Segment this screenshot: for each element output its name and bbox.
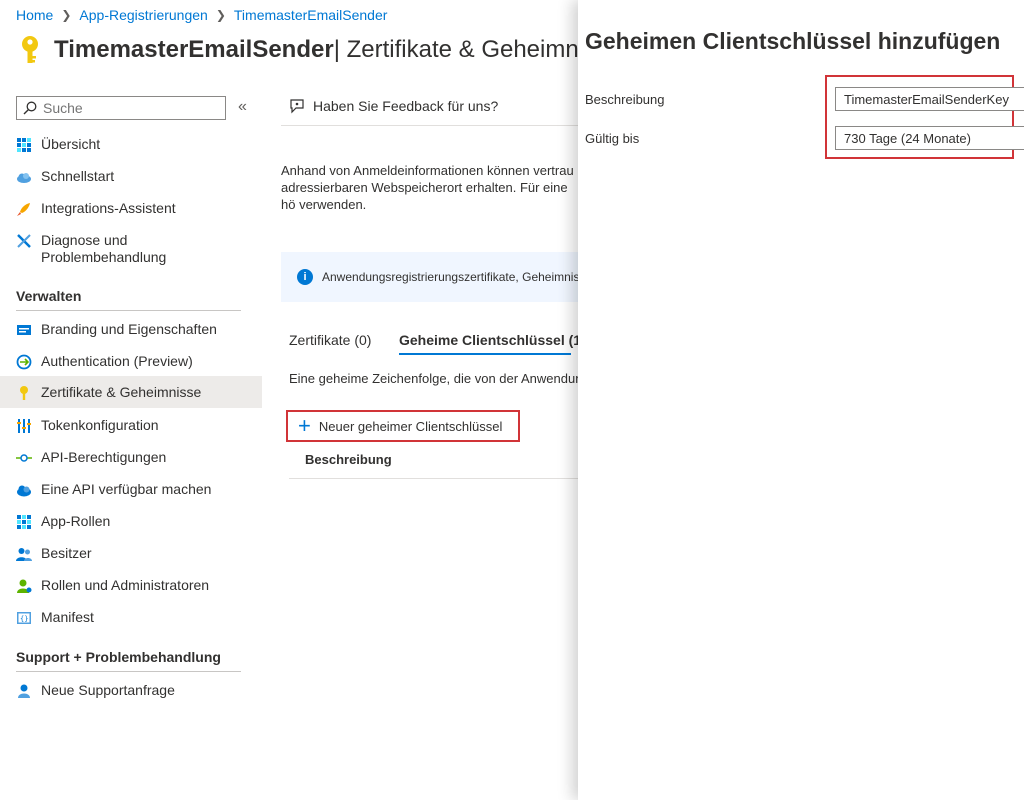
- sidebar-item-label: Besitzer: [41, 545, 92, 561]
- active-tab-indicator: [399, 353, 571, 355]
- sidebar-item-label: Branding und Eigenschaften: [41, 321, 217, 337]
- new-client-secret-button[interactable]: + Neuer geheimer Clientschlüssel: [286, 410, 520, 442]
- expires-label: Gültig bis: [585, 131, 640, 146]
- sidebar-item-label: Schnellstart: [41, 168, 115, 184]
- description-label: Beschreibung: [585, 92, 665, 107]
- sidebar-item-authentication[interactable]: Authentication (Preview): [0, 353, 262, 377]
- description-field[interactable]: TimemasterEmailSenderKey: [835, 87, 1024, 111]
- divider: [281, 125, 581, 126]
- cloud-quickstart-icon: [17, 173, 31, 183]
- chevron-right-icon: ❯: [215, 8, 226, 22]
- sidebar-item-overview[interactable]: Übersicht: [0, 136, 262, 160]
- new-client-secret-label: Neuer geheimer Clientschlüssel: [318, 418, 503, 434]
- cloud-api-icon: [17, 485, 31, 497]
- feedback-label: Haben Sie Feedback für uns?: [313, 98, 499, 114]
- owners-icon: [16, 548, 32, 561]
- secrets-description: Eine geheime Zeichenfolge, die von der A…: [289, 371, 578, 386]
- search-input[interactable]: [43, 100, 213, 116]
- panel-title: Geheimen Clientschlüssel hinzufügen: [585, 28, 1001, 54]
- sidebar-item-label: Übersicht: [41, 136, 101, 152]
- sidebar-item-expose-api[interactable]: Eine API verfügbar machen: [0, 481, 262, 505]
- rocket-icon: [17, 203, 30, 216]
- column-header-description: Beschreibung: [305, 452, 392, 467]
- expires-select[interactable]: 730 Tage (24 Monate): [835, 126, 1024, 150]
- page-description: Anhand von Anmeldeinformationen können v…: [281, 163, 574, 212]
- wrench-icon: [17, 234, 31, 248]
- info-icon: i: [297, 269, 313, 285]
- sidebar-item-label: Authentication (Preview): [41, 353, 193, 369]
- sidebar-item-label: Tokenkonfiguration: [41, 417, 159, 433]
- sidebar-item-app-roles[interactable]: App-Rollen: [0, 513, 262, 537]
- sidebar-section-support: Support + Problembehandlung: [16, 649, 241, 672]
- sidebar-item-diagnose[interactable]: Diagnose und Problembehandlung: [0, 232, 262, 272]
- sidebar-search[interactable]: [16, 96, 226, 120]
- breadcrumb-app-link[interactable]: TimemasterEmailSender: [234, 7, 388, 23]
- sidebar-item-label: API-Berechtigungen: [41, 449, 167, 465]
- search-icon: [23, 101, 37, 115]
- sidebar-item-label: Rollen und Administratoren: [41, 577, 210, 593]
- manifest-icon: {}: [17, 612, 31, 624]
- page-title: TimemasterEmailSender | Zertifikate & Ge…: [16, 34, 621, 66]
- page-title-app-name: TimemasterEmailSender: [54, 36, 334, 63]
- sidebar-item-label: App-Rollen: [41, 513, 111, 529]
- chevron-right-icon: ❯: [61, 8, 72, 22]
- sidebar-item-branding[interactable]: Branding und Eigenschaften: [0, 321, 262, 345]
- sidebar-item-new-support-request[interactable]: Neue Supportanfrage: [0, 682, 262, 706]
- feedback-icon: [290, 99, 304, 114]
- svg-text:{}: {}: [20, 615, 28, 623]
- feedback-link[interactable]: Haben Sie Feedback für uns?: [289, 98, 498, 114]
- sidebar-item-manifest[interactable]: {} Manifest: [0, 609, 262, 633]
- info-banner: i Anwendungsregistrierungszertifikate, G…: [281, 252, 578, 302]
- sidebar-item-token-config[interactable]: Tokenkonfiguration: [0, 417, 262, 441]
- breadcrumb-home-link[interactable]: Home: [16, 7, 53, 23]
- info-banner-text: Anwendungsregistrierungszertifikate, Geh…: [322, 270, 578, 284]
- sidebar-item-label: Eine API verfügbar machen: [41, 481, 212, 497]
- sidebar-item-integration-assistant[interactable]: Integrations-Assistent: [0, 200, 262, 224]
- app-roles-icon: [17, 515, 31, 529]
- tab-certificates[interactable]: Zertifikate (0): [289, 332, 371, 348]
- sidebar-item-label: Diagnose und Problembehandlung: [41, 232, 167, 265]
- tab-client-secrets[interactable]: Geheime Clientschlüssel (1): [399, 332, 586, 348]
- sidebar-item-api-permissions[interactable]: API-Berechtigungen: [0, 449, 262, 473]
- sidebar-item-quickstart[interactable]: Schnellstart: [0, 168, 262, 192]
- key-icon: [22, 36, 38, 63]
- sidebar-item-label: Zertifikate & Geheimnisse: [41, 384, 202, 400]
- breadcrumb-app-registrations-link[interactable]: App-Registrierungen: [79, 7, 207, 23]
- roles-admins-icon: [17, 579, 32, 593]
- divider: [289, 478, 578, 479]
- key-icon: [20, 386, 28, 400]
- breadcrumb: Home ❯ App-Registrierungen ❯ TimemasterE…: [16, 7, 387, 23]
- branding-icon: [17, 325, 31, 335]
- support-person-icon: [18, 684, 30, 698]
- sidebar-item-label: Integrations-Assistent: [41, 200, 176, 216]
- api-permissions-icon: [16, 454, 32, 462]
- token-config-icon: [17, 419, 31, 433]
- overview-grid-icon: [17, 138, 31, 152]
- sidebar-item-label: Manifest: [41, 609, 94, 625]
- plus-icon: +: [298, 413, 311, 438]
- sidebar-item-owners[interactable]: Besitzer: [0, 545, 262, 569]
- sidebar-section-manage: Verwalten: [16, 288, 241, 311]
- authentication-icon: [16, 354, 32, 370]
- sidebar-item-label: Neue Supportanfrage: [41, 682, 175, 698]
- add-secret-panel: Geheimen Clientschlüssel hinzufügen Besc…: [578, 0, 1024, 800]
- double-chevron-left-icon[interactable]: «: [238, 98, 247, 116]
- sidebar-item-certificates-secrets[interactable]: Zertifikate & Geheimnisse: [0, 376, 262, 408]
- sidebar-item-roles-admins[interactable]: Rollen und Administratoren: [0, 577, 262, 601]
